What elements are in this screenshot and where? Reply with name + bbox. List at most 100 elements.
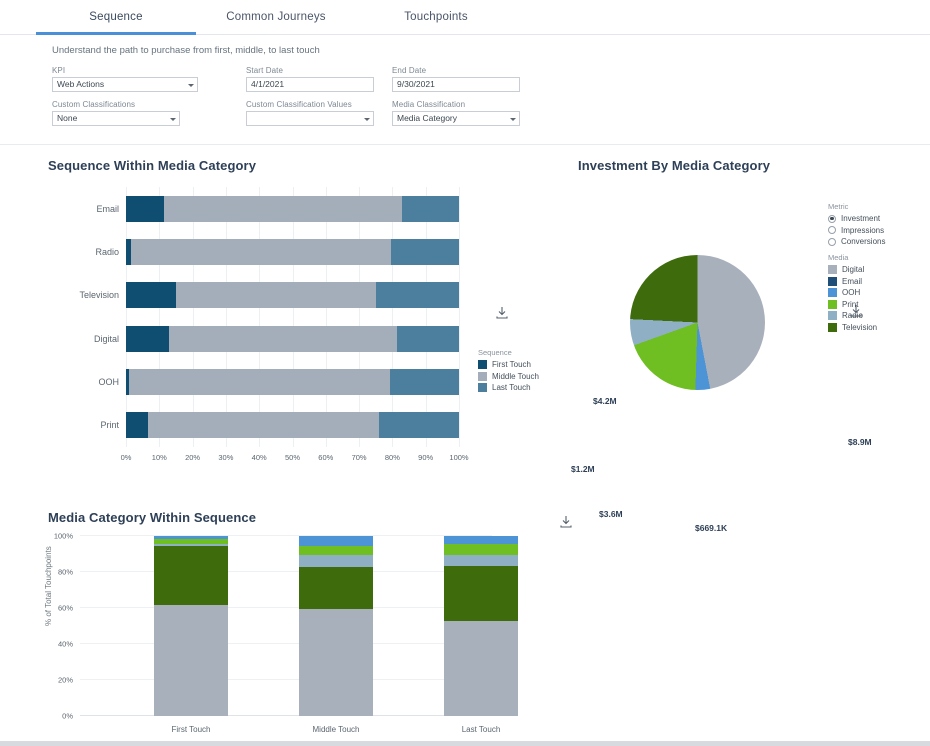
start-date-input[interactable]: 4/1/2021 <box>246 77 374 92</box>
bar-segment[interactable] <box>129 369 390 395</box>
bar-segment[interactable] <box>148 412 379 438</box>
bar-row-label: Email <box>96 204 119 214</box>
bar-segment[interactable] <box>126 412 148 438</box>
legend-item[interactable]: Print <box>828 300 885 309</box>
bar-segment[interactable] <box>376 282 459 308</box>
filter-panel: Understand the path to purchase from fir… <box>0 35 930 145</box>
stacked-bar[interactable] <box>126 282 459 308</box>
stacked-bar[interactable] <box>154 536 228 716</box>
tab-bar: Sequence Common Journeys Touchpoints <box>0 0 930 35</box>
bar-segment[interactable] <box>391 239 459 265</box>
bar-segment[interactable] <box>131 239 391 265</box>
filter-row-2: Custom Classifications None Custom Class… <box>52 100 930 126</box>
bar-segment[interactable] <box>444 555 518 566</box>
bar-segment[interactable] <box>154 605 228 716</box>
bar-segment[interactable] <box>402 196 459 222</box>
bar-segment[interactable] <box>169 326 397 352</box>
legend-swatch <box>828 311 837 320</box>
end-date-filter-group: End Date 9/30/2021 <box>392 66 520 92</box>
stacked-bar[interactable] <box>444 536 518 716</box>
x-axis-tick: 80% <box>385 453 400 462</box>
investment-controls-legend: Metric InvestmentImpressionsConversions … <box>828 202 885 334</box>
bar-segment[interactable] <box>126 196 164 222</box>
bar-segment[interactable] <box>444 621 518 716</box>
bar-segment[interactable] <box>299 609 373 716</box>
bar-row: Radio <box>126 230 459 273</box>
bar-segment[interactable] <box>397 326 459 352</box>
legend-label: First Touch <box>492 360 531 369</box>
bar-segment[interactable] <box>379 412 459 438</box>
start-date-value: 4/1/2021 <box>251 79 284 89</box>
end-date-label: End Date <box>392 66 520 75</box>
tab-touchpoints-label: Touchpoints <box>404 11 468 23</box>
investment-pie-wrap <box>630 255 765 390</box>
legend-label: OOH <box>842 288 860 297</box>
bottom-scroll-strip[interactable] <box>0 741 930 746</box>
investment-pie-chart[interactable] <box>630 255 765 390</box>
radio-icon <box>828 226 836 234</box>
tab-common-journeys[interactable]: Common Journeys <box>196 0 356 34</box>
legend-item[interactable]: Digital <box>828 265 885 274</box>
chevron-down-icon <box>170 118 176 121</box>
bar-segment[interactable] <box>299 555 373 567</box>
legend-item[interactable]: Email <box>828 277 885 286</box>
start-date-filter-group: Start Date 4/1/2021 <box>246 66 374 92</box>
stacked-bar[interactable] <box>126 196 459 222</box>
custom-classifications-select[interactable]: None <box>52 111 180 126</box>
y-axis-tick: 20% <box>58 676 73 685</box>
y-axis-tick: 80% <box>58 568 73 577</box>
bar-segment[interactable] <box>154 536 228 539</box>
investment-by-media-category-panel: Investment By Media Category $8.9M$669.1… <box>530 140 930 490</box>
end-date-value: 9/30/2021 <box>397 79 435 89</box>
bar-segment[interactable] <box>444 536 518 544</box>
media-classification-select[interactable]: Media Category <box>392 111 520 126</box>
tab-touchpoints[interactable]: Touchpoints <box>356 0 516 34</box>
tab-sequence[interactable]: Sequence <box>36 0 196 34</box>
bar-segment[interactable] <box>164 196 402 222</box>
stacked-bar[interactable] <box>126 369 459 395</box>
legend-item[interactable]: Radio <box>828 311 885 320</box>
legend-label: Print <box>842 300 858 309</box>
bar-segment[interactable] <box>390 369 459 395</box>
custom-classifications-label: Custom Classifications <box>52 100 180 109</box>
metric-radio-investment[interactable]: Investment <box>828 214 885 223</box>
stacked-bar[interactable] <box>126 239 459 265</box>
custom-classification-values-label: Custom Classification Values <box>246 100 374 109</box>
custom-classification-values-select[interactable] <box>246 111 374 126</box>
download-icon[interactable] <box>494 305 510 326</box>
bar-segment[interactable] <box>444 544 518 555</box>
legend-swatch <box>478 372 487 381</box>
custom-classifications-filter-group: Custom Classifications None <box>52 100 180 126</box>
bar-segment[interactable] <box>176 282 376 308</box>
legend-swatch <box>828 265 837 274</box>
stacked-bar[interactable] <box>126 412 459 438</box>
sequence-within-media-category-panel: Sequence Within Media Category EmailRadi… <box>0 140 530 490</box>
bar-segment[interactable] <box>154 544 228 547</box>
bar-segment[interactable] <box>154 539 228 544</box>
legend-item[interactable]: OOH <box>828 288 885 297</box>
download-icon[interactable] <box>558 514 574 535</box>
custom-classifications-value: None <box>57 113 77 123</box>
stacked-bar[interactable] <box>299 536 373 716</box>
radio-icon <box>828 215 836 223</box>
bar-segment[interactable] <box>126 326 169 352</box>
x-axis-tick: 10% <box>152 453 167 462</box>
stacked-bar[interactable] <box>126 326 459 352</box>
legend-item[interactable]: Television <box>828 323 885 332</box>
bar-segment[interactable] <box>299 536 373 546</box>
baseline <box>80 715 492 716</box>
chevron-down-icon <box>188 84 194 87</box>
metric-radio-impressions[interactable]: Impressions <box>828 226 885 235</box>
bar-segment[interactable] <box>299 546 373 555</box>
bar-segment[interactable] <box>444 566 518 621</box>
media-category-within-sequence-title: Media Category Within Sequence <box>48 510 256 525</box>
bar-segment[interactable] <box>126 282 176 308</box>
bar-segment[interactable] <box>154 546 228 604</box>
end-date-input[interactable]: 9/30/2021 <box>392 77 520 92</box>
x-axis-label: Middle Touch <box>313 725 360 734</box>
metric-radio-conversions[interactable]: Conversions <box>828 237 885 246</box>
bar-segment[interactable] <box>299 567 373 609</box>
kpi-select[interactable]: Web Actions <box>52 77 198 92</box>
metric-radio-label: Conversions <box>841 237 885 246</box>
media-within-sequence-y-axis-label: % of Total Touchpoints <box>44 546 53 626</box>
